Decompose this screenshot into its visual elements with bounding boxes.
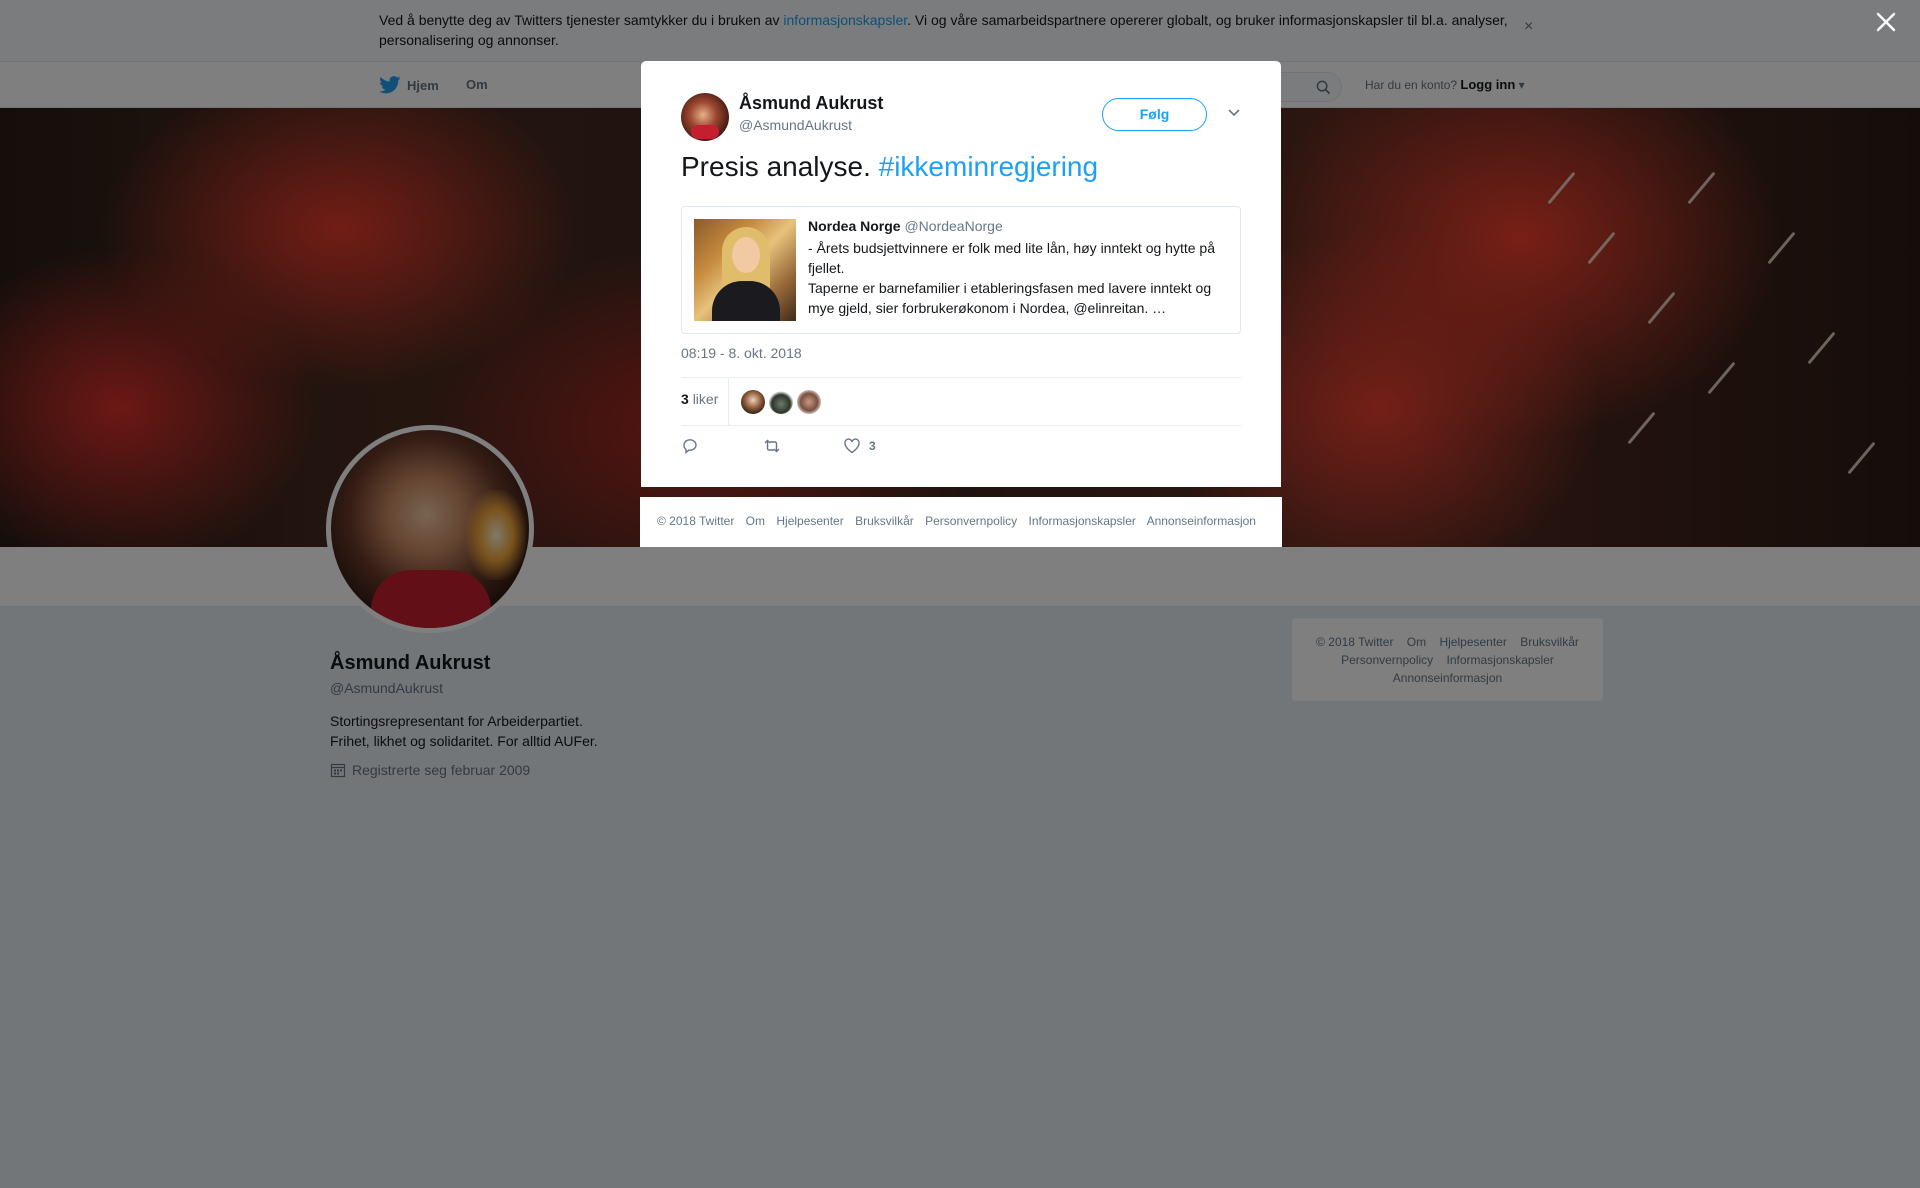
likers-facepile <box>741 390 821 414</box>
footer-link-terms[interactable]: Bruksvilkår <box>855 514 914 528</box>
chevron-down-icon[interactable] <box>1227 105 1241 119</box>
divider <box>681 425 1241 426</box>
like-count: 3 <box>869 439 876 453</box>
like-button[interactable]: 3 <box>843 437 876 455</box>
tweet-text: Presis analyse. #ikkeminregjering <box>681 151 1099 182</box>
avatar[interactable] <box>797 390 821 414</box>
tweet-author-handle[interactable]: @AsmundAukrust <box>739 117 852 133</box>
tweet-modal: Åsmund Aukrust @AsmundAukrust Følg Presi… <box>641 61 1281 487</box>
quoted-tweet[interactable]: Nordea Norge @NordeaNorge - Årets budsje… <box>681 206 1241 334</box>
divider <box>681 377 1241 378</box>
reply-icon <box>683 439 697 455</box>
divider <box>728 378 729 425</box>
retweet-button[interactable] <box>763 437 781 455</box>
tweet-author-name[interactable]: Åsmund Aukrust <box>739 93 883 114</box>
hashtag-link[interactable]: #ikkeminregjering <box>879 151 1098 182</box>
quoted-tweet-text: - Årets budsjettvinnere er folk med lite… <box>808 240 1215 316</box>
footer-link-cookies[interactable]: Informasjonskapsler <box>1029 514 1136 528</box>
retweet-icon <box>764 439 780 453</box>
reply-button[interactable] <box>681 437 699 455</box>
tweet-actions: 3 <box>681 437 1241 461</box>
footer-link-om[interactable]: Om <box>746 514 765 528</box>
likes-count[interactable]: 3 liker <box>681 391 718 407</box>
quoted-tweet-header: Nordea Norge @NordeaNorge <box>808 218 1003 234</box>
heart-icon <box>844 438 860 454</box>
close-icon[interactable] <box>1874 10 1898 34</box>
footer-link-ads[interactable]: Annonseinformasjon <box>1147 514 1256 528</box>
quoted-author-handle: @NordeaNorge <box>904 218 1003 234</box>
footer-link-help[interactable]: Hjelpesenter <box>776 514 843 528</box>
follow-button[interactable]: Følg <box>1102 98 1207 131</box>
footer-link-privacy[interactable]: Personvernpolicy <box>925 514 1017 528</box>
tweet-author-avatar[interactable] <box>681 93 729 141</box>
avatar[interactable] <box>741 390 765 414</box>
quoted-tweet-image <box>694 219 796 321</box>
modal-footer: © 2018 Twitter Om Hjelpesenter Bruksvilk… <box>640 497 1282 547</box>
avatar[interactable] <box>769 390 793 414</box>
footer-copyright: © 2018 Twitter <box>657 514 735 528</box>
tweet-timestamp[interactable]: 08:19 - 8. okt. 2018 <box>681 345 802 361</box>
quoted-author-name: Nordea Norge <box>808 218 901 234</box>
